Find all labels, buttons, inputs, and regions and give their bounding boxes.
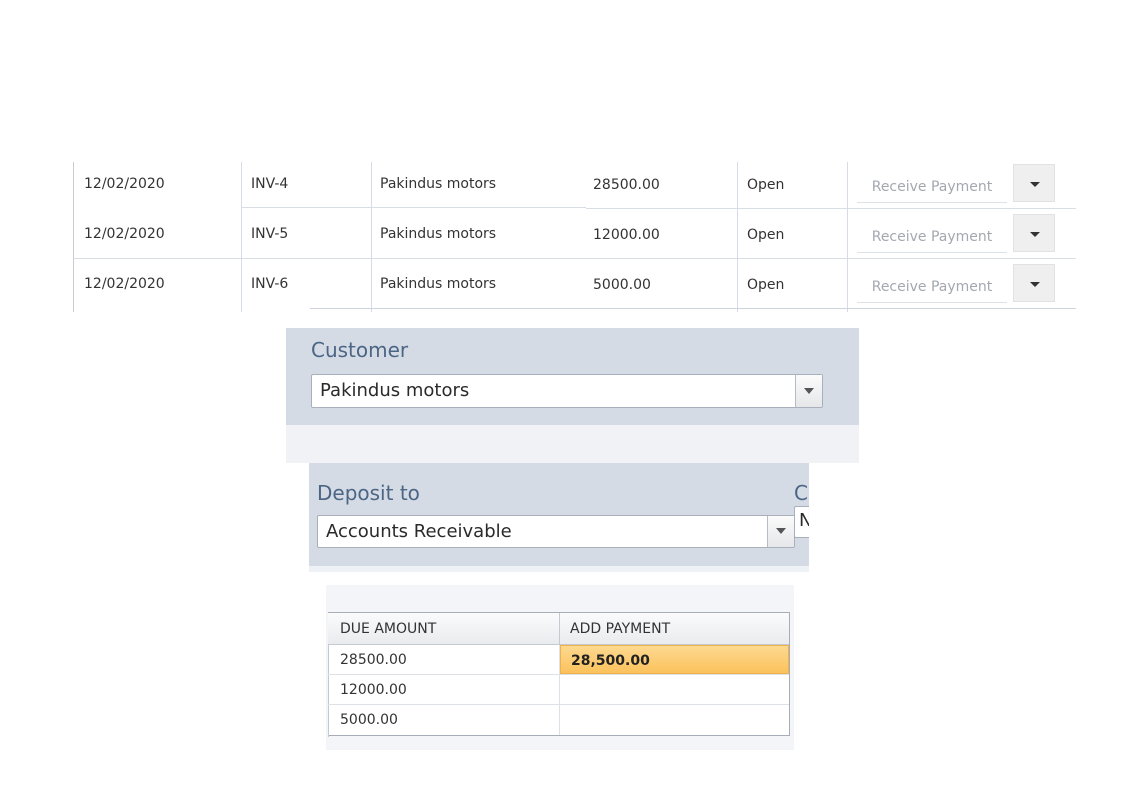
invoice-amount: 12000.00 [586,212,738,262]
deposit-panel: Deposit to Accounts Receivable C N [309,463,809,566]
invoice-row: 12/02/2020 INV-4 Pakindus motors 28500.0… [73,162,1076,212]
invoice-date: 12/02/2020 [73,212,242,262]
customer-select-value: Pakindus motors [320,380,470,401]
row-divider [310,308,1076,309]
invoice-customer: Pakindus motors [380,226,497,242]
row-divider [586,208,1076,209]
receive-payment-button[interactable]: Receive Payment [857,172,1007,203]
invoice-number: INV-4 [242,162,372,212]
deposit-panel-footer [309,566,809,572]
invoice-customer: Pakindus motors [380,176,497,192]
invoice-actions: Receive Payment [848,212,1076,262]
invoice-status: Open [738,162,848,212]
deposit-label: Deposit to [317,481,420,505]
payment-row: 28500.00 28,500.00 [328,645,789,675]
payment-row: 12000.00 [328,675,789,705]
customer-select[interactable]: Pakindus motors [311,374,823,408]
invoice-number: INV-6 [242,262,372,312]
deposit-select-value: Accounts Receivable [326,521,512,542]
caret-down-icon [776,528,786,534]
clipped-field-label: C [794,481,808,505]
caret-down-icon [804,388,814,394]
actions-dropdown-button[interactable] [1013,264,1055,302]
invoice-customer: Pakindus motors [380,276,497,292]
add-payment-cell[interactable]: 28,500.00 [560,645,789,674]
add-payment-header[interactable]: ADD PAYMENT [560,613,789,645]
customer-panel-footer [286,425,859,463]
invoice-row: 12/02/2020 INV-6 Pakindus motors 5000.00… [73,262,1076,312]
row-divider [73,258,1076,259]
caret-down-icon [1030,232,1040,237]
invoice-number: INV-5 [242,212,372,262]
clipped-field-input[interactable]: N [794,506,809,538]
payment-grid: DUE AMOUNT ADD PAYMENT 28500.00 28,500.0… [328,612,790,737]
receive-payment-button[interactable]: Receive Payment [857,272,1007,303]
customer-dropdown-button[interactable] [795,375,822,407]
invoice-amount: 28500.00 [586,162,738,212]
invoice-date: 12/02/2020 [73,162,242,212]
deposit-select[interactable]: Accounts Receivable [317,515,795,548]
invoice-actions: Receive Payment [848,262,1076,312]
add-payment-cell[interactable] [560,675,789,704]
invoice-status: Open [738,262,848,312]
due-amount-cell: 5000.00 [328,705,560,735]
due-amount-cell: 28500.00 [328,645,560,674]
invoice-row: 12/02/2020 INV-5 Pakindus motors 12000.0… [73,212,1076,262]
payment-row: 5000.00 [328,705,789,735]
receive-payment-button[interactable]: Receive Payment [857,222,1007,253]
invoice-date: 12/02/2020 [73,262,242,312]
invoice-amount: 5000.00 [586,262,738,312]
due-amount-header[interactable]: DUE AMOUNT [328,613,560,645]
deposit-dropdown-button[interactable] [767,516,794,547]
add-payment-cell[interactable] [560,705,789,735]
payment-grid-container: DUE AMOUNT ADD PAYMENT 28500.00 28,500.0… [326,585,794,750]
actions-dropdown-button[interactable] [1013,164,1055,202]
customer-label: Customer [311,338,409,362]
invoice-table: 12/02/2020 INV-4 Pakindus motors 28500.0… [73,162,1076,312]
caret-down-icon [1030,182,1040,187]
actions-dropdown-button[interactable] [1013,214,1055,252]
row-divider [242,207,586,208]
invoice-status: Open [738,212,848,262]
invoice-actions: Receive Payment [848,162,1076,212]
customer-panel: Customer Pakindus motors [286,328,859,425]
caret-down-icon [1030,282,1040,287]
due-amount-cell: 12000.00 [328,675,560,704]
